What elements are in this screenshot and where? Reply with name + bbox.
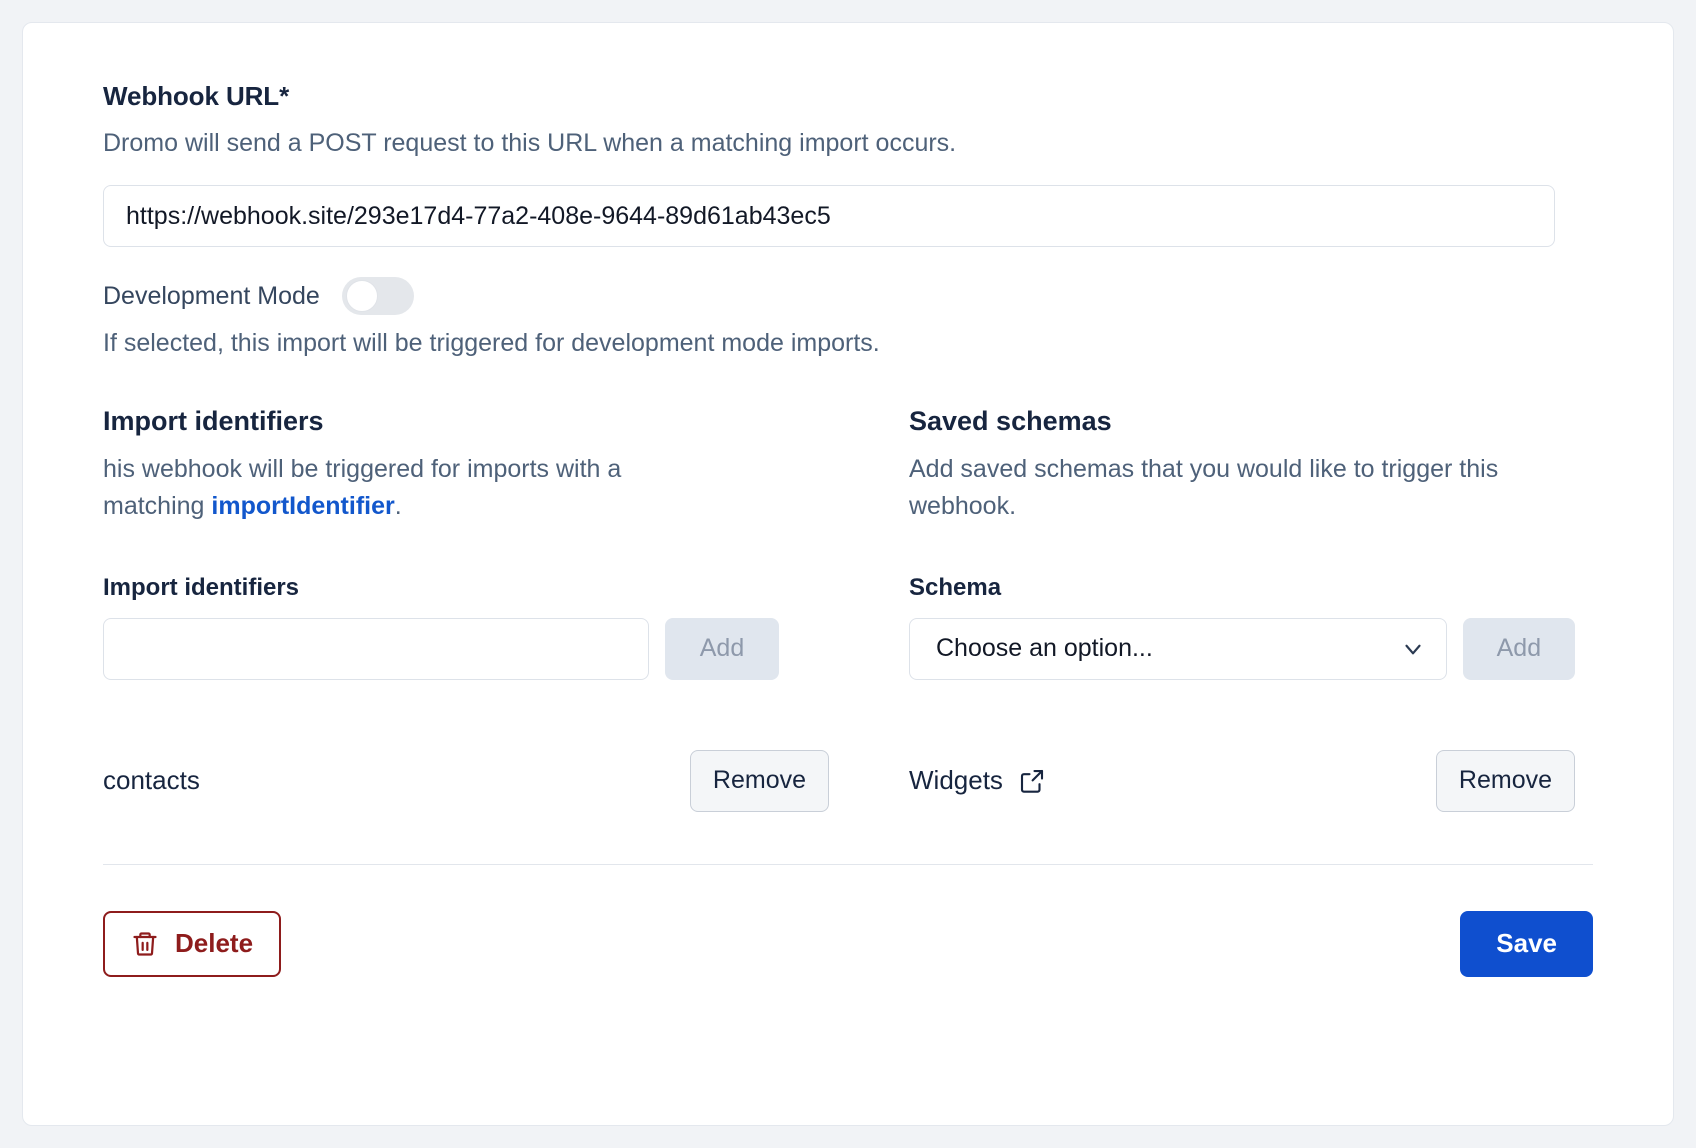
saved-schemas-heading: Saved schemas bbox=[909, 406, 1112, 437]
settings-columns: Import identifiers his webhook will be t… bbox=[103, 406, 1593, 812]
saved-schema-item-name-wrap: Widgets bbox=[909, 765, 1047, 796]
remove-saved-schema-button[interactable]: Remove bbox=[1435, 749, 1575, 812]
schema-select-row: Choose an option... Add bbox=[909, 617, 1575, 680]
import-identifiers-description: his webhook will be triggered for import… bbox=[103, 451, 713, 524]
trash-icon bbox=[131, 930, 159, 958]
external-link-icon[interactable] bbox=[1017, 766, 1047, 796]
development-mode-toggle[interactable] bbox=[341, 277, 414, 316]
webhook-settings-card: Webhook URL* Dromo will send a POST requ… bbox=[22, 22, 1674, 1126]
webhook-url-input[interactable]: https://webhook.site/293e17d4-77a2-408e-… bbox=[103, 185, 1555, 248]
import-identifiers-heading: Import identifiers bbox=[103, 406, 324, 437]
import-identifier-link[interactable]: importIdentifier bbox=[211, 492, 394, 520]
import-identifiers-input-row: Add bbox=[103, 617, 829, 680]
saved-schemas-column: Saved schemas Add saved schemas that you… bbox=[829, 406, 1575, 812]
import-identifier-input[interactable] bbox=[103, 617, 649, 680]
saved-schema-item-row: Widgets Remove bbox=[909, 749, 1575, 812]
development-mode-help: If selected, this import will be trigger… bbox=[103, 329, 880, 358]
webhook-url-heading: Webhook URL* bbox=[103, 81, 290, 111]
delete-button-label: Delete bbox=[175, 928, 254, 959]
delete-button[interactable]: Delete bbox=[103, 910, 282, 977]
development-mode-toggle-knob bbox=[345, 280, 378, 313]
footer-divider bbox=[103, 863, 1593, 865]
chevron-down-icon bbox=[1400, 636, 1426, 662]
saved-schemas-description: Add saved schemas that you would like to… bbox=[909, 455, 1499, 520]
development-mode-row: Development Mode bbox=[103, 277, 1593, 316]
schema-select-value: Choose an option... bbox=[936, 634, 1153, 663]
add-schema-button[interactable]: Add bbox=[1462, 617, 1575, 680]
page-background: Webhook URL* Dromo will send a POST requ… bbox=[0, 0, 1696, 1148]
import-identifier-item-row: contacts Remove bbox=[103, 749, 829, 812]
remove-import-identifier-button[interactable]: Remove bbox=[689, 749, 829, 812]
schema-field-label: Schema bbox=[909, 573, 1002, 601]
saved-schema-item-name: Widgets bbox=[909, 765, 1003, 796]
webhook-url-description: Dromo will send a POST request to this U… bbox=[103, 129, 957, 157]
card-footer: Delete Save bbox=[103, 910, 1593, 977]
add-import-identifier-button[interactable]: Add bbox=[665, 617, 779, 680]
import-identifiers-column: Import identifiers his webhook will be t… bbox=[103, 406, 829, 812]
save-button[interactable]: Save bbox=[1460, 910, 1593, 977]
import-identifiers-field-label: Import identifiers bbox=[103, 573, 300, 601]
import-identifier-item-name: contacts bbox=[103, 765, 200, 796]
development-mode-label: Development Mode bbox=[103, 281, 320, 310]
schema-select[interactable]: Choose an option... bbox=[909, 617, 1447, 680]
import-identifiers-description-suffix: . bbox=[394, 491, 402, 520]
webhook-url-input-value: https://webhook.site/293e17d4-77a2-408e-… bbox=[126, 201, 831, 230]
